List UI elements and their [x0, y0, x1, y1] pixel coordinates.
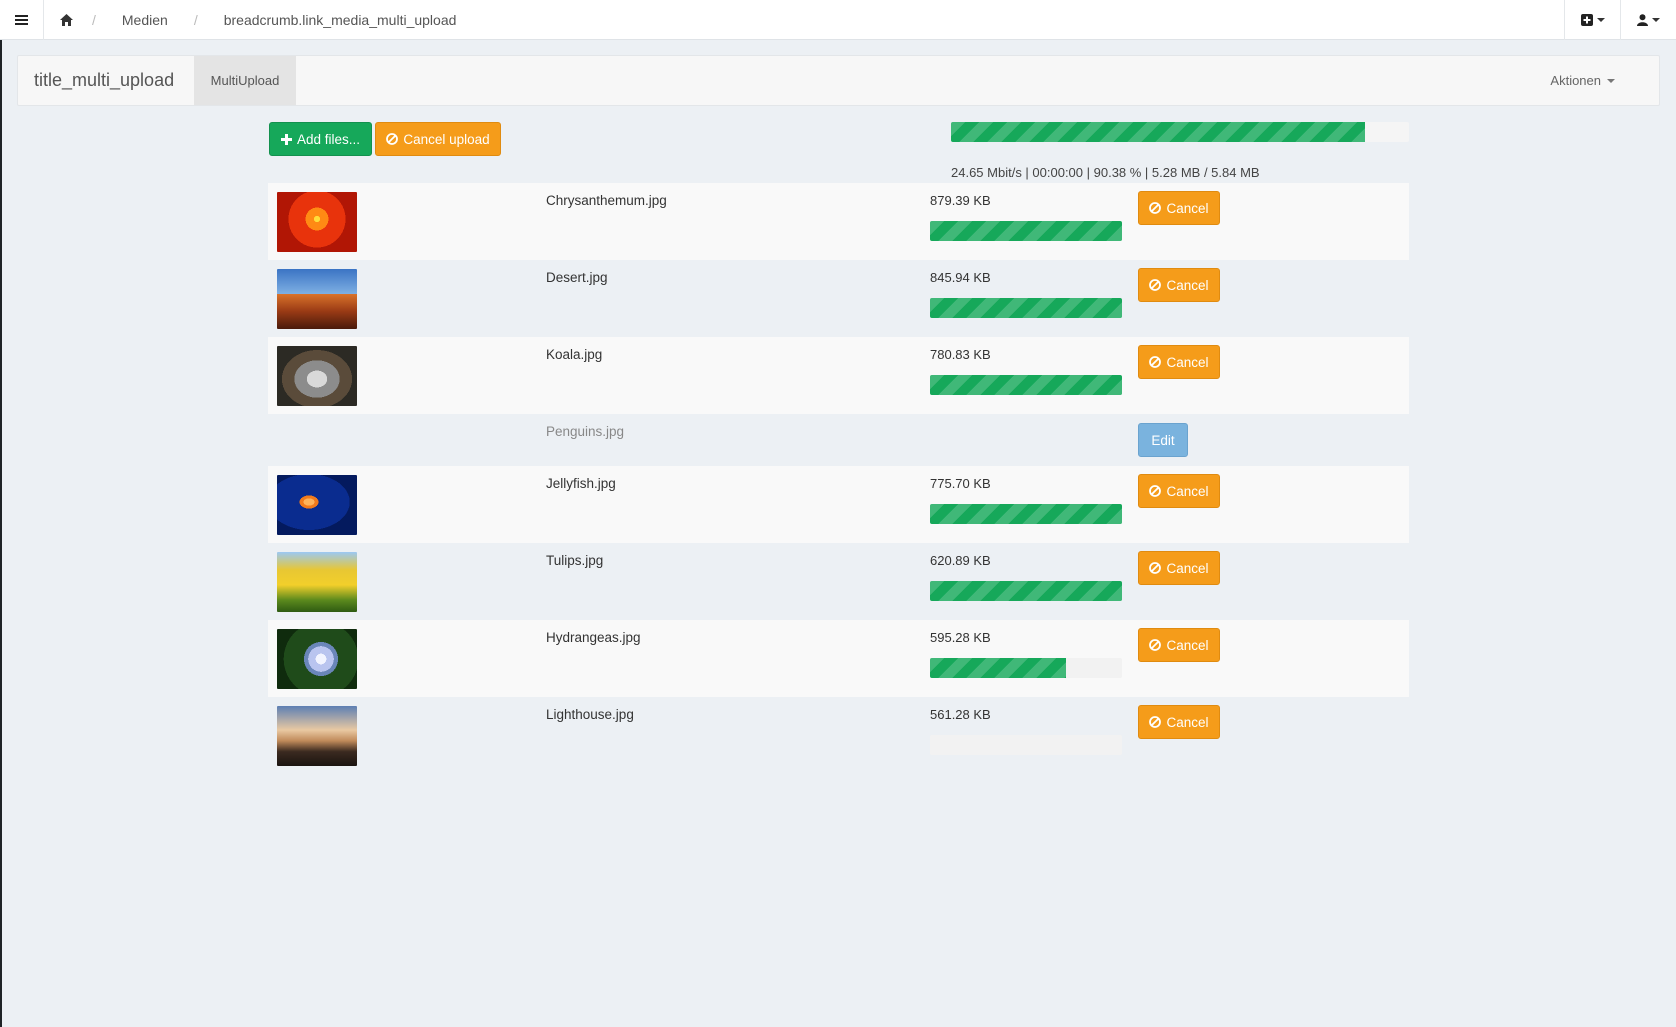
home-icon: [59, 14, 73, 26]
chevron-down-icon: [1596, 18, 1605, 22]
add-files-button[interactable]: Add files...: [269, 122, 372, 156]
cancel-file-label: Cancel: [1166, 200, 1209, 216]
breadcrumb-item-current: breadcrumb.link_media_multi_upload: [223, 12, 457, 28]
ban-icon: [1149, 485, 1162, 497]
file-thumbnail[interactable]: [277, 629, 357, 689]
user-menu-button[interactable]: [1620, 0, 1676, 40]
file-progress-bar: [930, 658, 1122, 678]
file-size: 775.70 KB: [930, 476, 991, 491]
menu-toggle-button[interactable]: [0, 0, 44, 40]
overall-progress-bar: [951, 122, 1409, 142]
cancel-file-button[interactable]: Cancel: [1138, 191, 1220, 225]
page-title: title_multi_upload: [34, 70, 175, 90]
cancel-file-button[interactable]: Cancel: [1138, 628, 1220, 662]
add-menu-button[interactable]: [1564, 0, 1620, 40]
cancel-file-label: Cancel: [1166, 354, 1209, 370]
file-row: Penguins.jpg Edit: [268, 414, 1409, 466]
add-files-label: Add files...: [296, 131, 361, 147]
plus-icon: [280, 133, 292, 145]
ban-icon: [1149, 716, 1162, 728]
file-row: Hydrangeas.jpg 595.28 KB Cancel: [268, 620, 1409, 697]
breadcrumb: / Medien / breadcrumb.link_media_multi_u…: [44, 0, 456, 40]
cancel-upload-button[interactable]: Cancel upload: [375, 122, 501, 156]
cancel-file-label: Cancel: [1166, 483, 1209, 499]
file-progress-bar: [930, 298, 1122, 318]
tab-multiupload[interactable]: MultiUpload: [194, 56, 296, 105]
file-name: Hydrangeas.jpg: [546, 630, 641, 645]
ban-icon: [386, 133, 399, 145]
file-thumbnail[interactable]: [277, 346, 357, 406]
actions-dropdown[interactable]: Aktionen: [1550, 73, 1615, 88]
actions-label: Aktionen: [1550, 73, 1601, 88]
file-row: Koala.jpg 780.83 KB Cancel: [268, 337, 1409, 414]
cancel-file-button[interactable]: Cancel: [1138, 474, 1220, 508]
file-progress-fill: [930, 658, 1067, 678]
ban-icon: [1149, 202, 1162, 214]
left-edge: [0, 40, 2, 1027]
ban-icon: [1149, 279, 1162, 291]
cancel-file-button[interactable]: Cancel: [1138, 268, 1220, 302]
ban-icon: [1149, 639, 1162, 651]
file-row: Lighthouse.jpg 561.28 KB Cancel: [268, 697, 1409, 774]
file-progress-fill: [930, 298, 1122, 318]
overall-progress-stats: 24.65 Mbit/s | 00:00:00 | 90.38 % | 5.28…: [951, 165, 1260, 180]
file-progress-fill: [930, 221, 1122, 241]
cancel-file-button[interactable]: Cancel: [1138, 551, 1220, 585]
file-name: Desert.jpg: [546, 270, 608, 285]
chevron-down-icon: [1652, 18, 1660, 22]
file-progress-bar: [930, 504, 1122, 524]
cancel-file-label: Cancel: [1166, 277, 1209, 293]
file-progress-fill: [930, 375, 1122, 395]
file-list: Chrysanthemum.jpg 879.39 KB Cancel Desert.j…: [268, 183, 1409, 774]
file-thumbnail[interactable]: [277, 475, 357, 535]
file-size: 595.28 KB: [930, 630, 991, 645]
file-size: 620.89 KB: [930, 553, 991, 568]
file-row: Desert.jpg 845.94 KB Cancel: [268, 260, 1409, 337]
title-panel: title_multi_upload MultiUpload Aktionen: [17, 55, 1660, 106]
file-progress-fill: [930, 504, 1122, 524]
file-name: Koala.jpg: [546, 347, 603, 362]
file-name: Lighthouse.jpg: [546, 707, 634, 722]
cancel-file-button[interactable]: Cancel: [1138, 345, 1220, 379]
file-thumbnail[interactable]: [277, 192, 357, 252]
breadcrumb-item-medien[interactable]: Medien: [122, 12, 168, 28]
file-progress-bar: [930, 581, 1122, 601]
file-thumbnail[interactable]: [277, 269, 357, 329]
file-name: Jellyfish.jpg: [546, 476, 616, 491]
cancel-upload-label: Cancel upload: [403, 131, 490, 147]
file-row: Tulips.jpg 620.89 KB Cancel: [268, 543, 1409, 620]
file-size: 561.28 KB: [930, 707, 991, 722]
file-progress-bar: [930, 221, 1122, 241]
cancel-file-label: Cancel: [1166, 714, 1209, 730]
ban-icon: [1149, 356, 1162, 368]
breadcrumb-home[interactable]: [44, 14, 88, 26]
file-size: 780.83 KB: [930, 347, 991, 362]
chevron-down-icon: [1607, 78, 1615, 83]
hamburger-icon: [15, 15, 28, 25]
file-thumbnail[interactable]: [277, 552, 357, 612]
breadcrumb-separator: /: [193, 12, 198, 28]
file-progress-bar: [930, 375, 1122, 395]
file-name: Chrysanthemum.jpg: [546, 193, 667, 208]
ban-icon: [1149, 562, 1162, 574]
file-size: 879.39 KB: [930, 193, 991, 208]
plus-square-icon: [1580, 14, 1593, 26]
file-row: Jellyfish.jpg 775.70 KB Cancel: [268, 466, 1409, 543]
top-navbar: / Medien / breadcrumb.link_media_multi_u…: [0, 0, 1676, 40]
file-thumbnail[interactable]: [277, 706, 357, 766]
file-name: Penguins.jpg: [546, 424, 625, 439]
file-row: Chrysanthemum.jpg 879.39 KB Cancel: [268, 183, 1409, 260]
file-progress-bar: [930, 735, 1122, 755]
file-name: Tulips.jpg: [546, 553, 604, 568]
cancel-file-button[interactable]: Cancel: [1138, 705, 1220, 739]
cancel-file-label: Cancel: [1166, 560, 1209, 576]
breadcrumb-separator: /: [92, 12, 96, 28]
edit-file-button[interactable]: Edit: [1138, 423, 1188, 457]
file-progress-fill: [930, 581, 1122, 601]
file-size: 845.94 KB: [930, 270, 991, 285]
cancel-file-label: Cancel: [1166, 637, 1209, 653]
user-icon: [1637, 14, 1648, 26]
overall-progress-fill: [951, 122, 1365, 142]
